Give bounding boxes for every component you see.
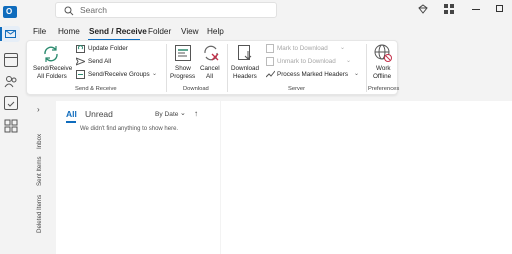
separator	[227, 44, 228, 92]
search-placeholder: Search	[80, 5, 107, 15]
tab-file[interactable]: File	[33, 27, 46, 36]
chevron-down-icon: ⌄	[152, 71, 158, 77]
folder-sent-items[interactable]: Sent Items	[36, 156, 43, 186]
unmark-to-download-button[interactable]: Unmark to Download ⌄	[266, 56, 356, 67]
download-headers-label-2: Headers	[233, 73, 257, 80]
tab-home[interactable]: Home	[58, 27, 80, 36]
send-all-label: Send All	[88, 58, 112, 65]
download-headers-button[interactable]: Download Headers	[230, 43, 262, 83]
search-icon	[64, 6, 74, 16]
separator	[366, 44, 367, 92]
update-folder-label: Update Folder	[88, 45, 128, 52]
process-marked-headers-button[interactable]: Process Marked Headers ⌄	[266, 69, 362, 80]
update-folder-button[interactable]: Update Folder	[76, 43, 156, 54]
process-marked-headers-label: Process Marked Headers	[277, 71, 349, 78]
message-list: All Unread By Date ⌄ ↑ We didn't find an…	[56, 101, 220, 254]
tab-folder[interactable]: Folder	[148, 27, 171, 36]
send-receive-all-label-2: All Folders	[37, 73, 67, 80]
tab-unread[interactable]: Unread	[85, 109, 113, 119]
folder-deleted-items[interactable]: Deleted Items	[36, 195, 43, 233]
minimize-icon[interactable]	[472, 9, 480, 10]
mark-to-download-label: Mark to Download	[277, 45, 328, 52]
send-receive-all-button[interactable]: Send/Receive All Folders	[31, 43, 73, 83]
chevron-down-icon: ⌄	[180, 110, 186, 117]
sort-direction-arrow-icon[interactable]: ↑	[194, 109, 198, 118]
send-all-button[interactable]: Send All	[76, 56, 136, 67]
search-box[interactable]: Search	[55, 2, 277, 18]
send-receive-all-label-1: Send/Receive	[33, 65, 73, 72]
empty-message: We didn't find anything to show here.	[80, 126, 179, 132]
tab-all-underline	[66, 121, 76, 123]
active-indicator	[0, 27, 2, 41]
people-icon[interactable]	[4, 75, 18, 89]
globe-offline-icon	[374, 44, 392, 62]
calendar-icon[interactable]	[4, 53, 18, 67]
mark-to-download-button[interactable]: Mark to Download ⌄	[266, 43, 356, 54]
send-receive-groups-label: Send/Receive Groups	[88, 71, 150, 78]
maximize-icon[interactable]	[496, 5, 503, 12]
show-progress-label-1: Show	[175, 65, 191, 72]
tab-send-receive[interactable]: Send / Receive	[89, 27, 147, 36]
grid-icon[interactable]	[444, 4, 454, 14]
unmark-to-download-label: Unmark to Download	[277, 58, 336, 65]
mark-icon	[266, 44, 274, 53]
tab-all[interactable]: All	[66, 109, 77, 119]
cancel-all-button[interactable]: Cancel All	[197, 43, 223, 83]
sort-dropdown[interactable]: By Date	[155, 111, 178, 118]
show-progress-label-2: Progress	[170, 73, 196, 80]
mail-icon[interactable]	[2, 26, 20, 42]
cancel-all-label-2: All	[206, 73, 213, 80]
work-offline-button[interactable]: Work Offline	[369, 43, 397, 83]
expand-chevron-icon[interactable]: ›	[37, 105, 40, 114]
group-label-send-receive: Send & Receive	[75, 86, 117, 92]
folder-inbox[interactable]: Inbox	[36, 134, 43, 149]
app-rail: O	[0, 0, 22, 254]
show-progress-button[interactable]: Show Progress	[169, 43, 197, 83]
chevron-down-icon: ⌄	[354, 71, 360, 77]
tab-help[interactable]: Help	[207, 27, 224, 36]
update-folder-icon	[76, 45, 85, 53]
tasks-icon[interactable]	[4, 96, 18, 110]
download-headers-label-1: Download	[231, 65, 260, 72]
group-label-server: Server	[288, 86, 306, 92]
tab-view[interactable]: View	[181, 27, 199, 36]
unmark-icon	[266, 57, 274, 66]
work-offline-label-1: Work	[376, 65, 391, 72]
chevron-down-icon: ⌄	[340, 45, 346, 51]
process-icon	[266, 70, 275, 78]
cancel-all-label-1: Cancel	[200, 65, 220, 72]
chevron-down-icon: ⌄	[346, 58, 352, 64]
ribbon: Send/Receive All Folders Update Folder S…	[26, 40, 400, 95]
groups-icon	[76, 70, 85, 79]
apps-icon[interactable]	[4, 119, 18, 133]
outlook-logo-icon: O	[3, 6, 17, 18]
diamond-icon[interactable]	[418, 4, 428, 14]
reading-pane	[221, 101, 512, 254]
cancel-sync-icon	[204, 45, 219, 61]
download-headers-icon	[238, 45, 252, 60]
separator	[166, 44, 167, 92]
group-label-download: Download	[183, 86, 209, 92]
send-icon	[76, 57, 85, 66]
work-offline-label-2: Offline	[373, 73, 392, 80]
sync-icon	[44, 46, 58, 62]
folder-pane: › Inbox Sent Items Deleted Items	[26, 101, 55, 254]
send-receive-groups-button[interactable]: Send/Receive Groups ⌄	[76, 69, 158, 80]
group-label-preferences: Preferences	[368, 86, 400, 92]
progress-icon	[175, 45, 191, 61]
